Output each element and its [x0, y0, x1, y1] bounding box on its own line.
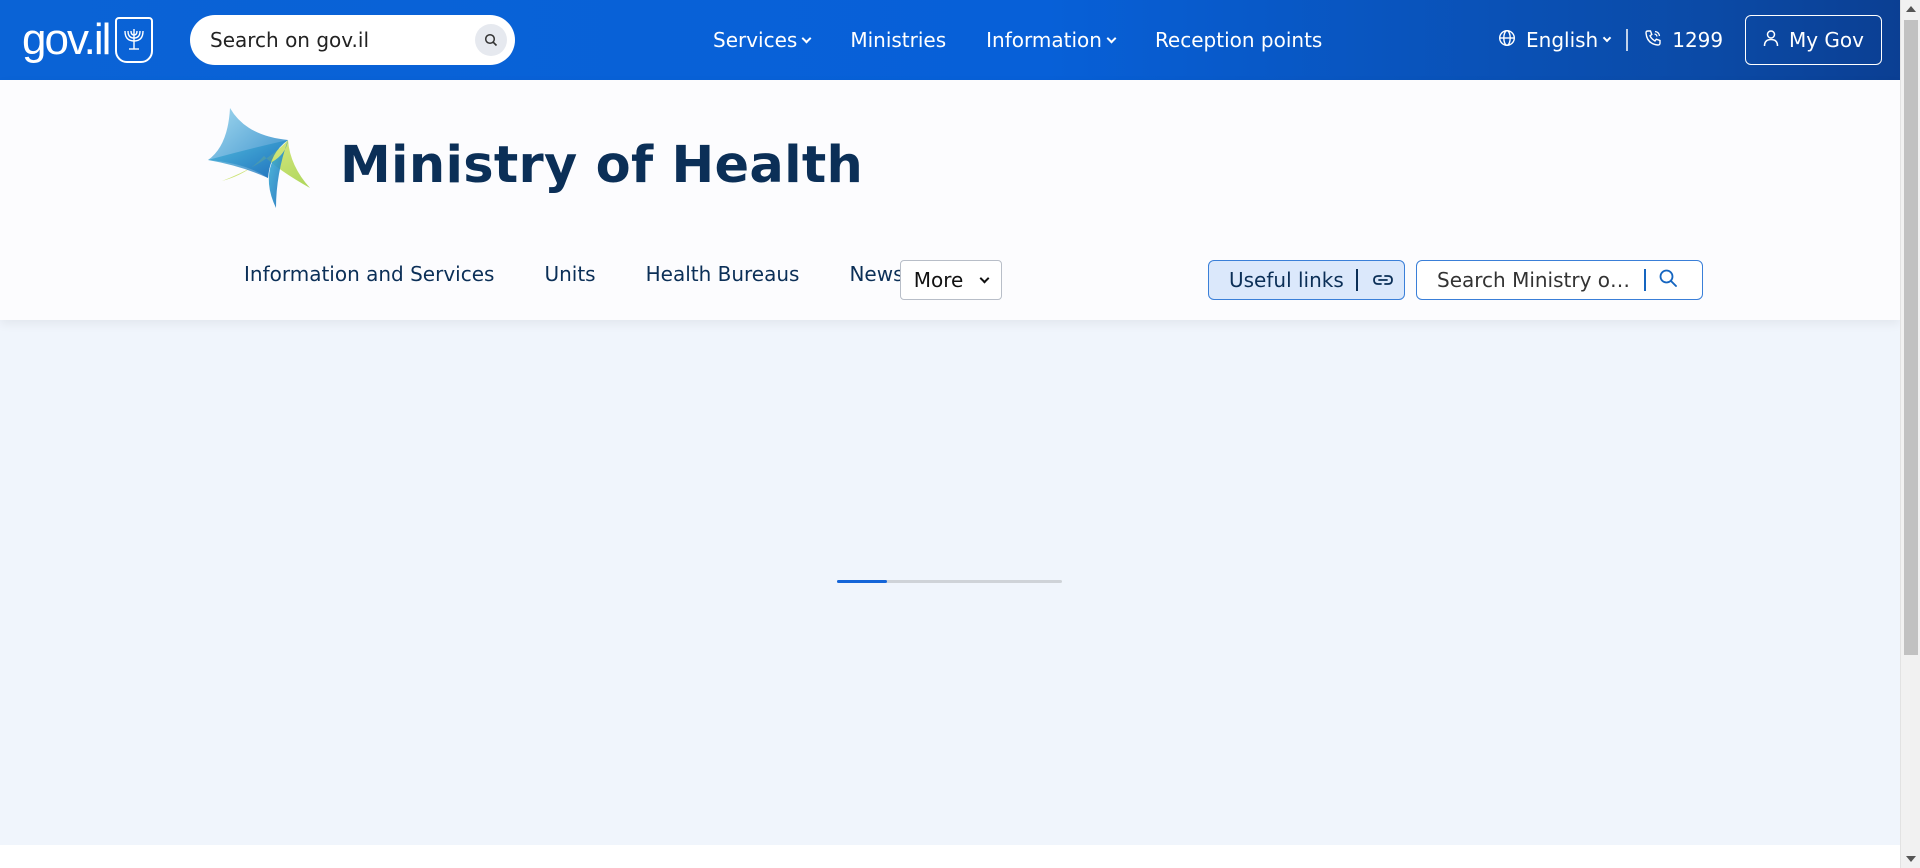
ministry-nav: Information and Services Units Health Bu… [244, 262, 904, 286]
page-scrollbar[interactable] [1900, 0, 1920, 868]
ministry-nav-units[interactable]: Units [544, 262, 595, 286]
nav-information[interactable]: Information [986, 28, 1117, 52]
ministry-nav-information-and-services[interactable]: Information and Services [244, 262, 494, 286]
divider [1644, 269, 1646, 291]
menorah-emblem-icon [115, 17, 154, 63]
user-icon [1763, 28, 1779, 52]
nav-ministries[interactable]: Ministries [850, 28, 946, 52]
nav-services[interactable]: Services [713, 28, 812, 52]
nav-reception-points-label: Reception points [1154, 28, 1323, 52]
gov-main-nav: Services Ministries Information Receptio… [713, 0, 1322, 80]
useful-links-button[interactable]: Useful links [1208, 260, 1405, 300]
language-selector[interactable]: English [1498, 28, 1612, 52]
loading-progress-fill [837, 580, 887, 583]
scroll-up-arrow-icon[interactable] [1906, 6, 1916, 12]
page-title: Ministry of Health [340, 136, 864, 195]
nav-reception-points[interactable]: Reception points [1155, 28, 1322, 52]
gov-topbar: gov.il Search on gov.il Services Ministr… [0, 0, 1900, 80]
nav-ministries-label: Ministries [850, 28, 947, 52]
globe-icon [1498, 28, 1516, 52]
gov-search-placeholder: Search on gov.il [210, 28, 370, 52]
chevron-down-icon [1106, 33, 1117, 43]
footer-strip [0, 845, 1900, 868]
phone-link[interactable]: 1299 [1644, 28, 1723, 52]
ministry-nav-news[interactable]: News [849, 262, 903, 286]
my-gov-label: My Gov [1788, 28, 1865, 52]
my-gov-button[interactable]: My Gov [1745, 15, 1882, 65]
gov-il-logo[interactable]: gov.il [22, 14, 154, 66]
more-dropdown-button[interactable]: More [900, 260, 1002, 300]
gov-search-input[interactable]: Search on gov.il [190, 15, 515, 65]
ministry-search-placeholder: Search Ministry of Health [1437, 268, 1632, 292]
more-label: More [913, 268, 964, 292]
search-icon[interactable] [1658, 268, 1678, 293]
nav-information-label: Information [986, 28, 1102, 52]
chevron-down-icon [801, 33, 812, 43]
gov-il-logo-text: gov.il [22, 15, 111, 64]
ministry-header: Ministry of Health Information and Servi… [0, 80, 1900, 320]
nav-services-label: Services [713, 28, 798, 52]
ministry-search-input[interactable]: Search Ministry of Health [1416, 260, 1703, 300]
chevron-down-icon [979, 273, 990, 283]
useful-links-label: Useful links [1229, 268, 1344, 292]
link-icon [1372, 268, 1394, 292]
phone-icon [1644, 28, 1662, 52]
topbar-utilities: English 1299 [1498, 0, 1723, 80]
scroll-down-arrow-icon[interactable] [1906, 856, 1916, 862]
divider [1355, 269, 1358, 291]
phone-number: 1299 [1672, 28, 1724, 52]
loading-progress-bar [837, 580, 1062, 583]
divider [1626, 29, 1629, 51]
chevron-down-icon [1602, 33, 1612, 43]
scroll-thumb[interactable] [1904, 20, 1918, 655]
language-label: English [1526, 28, 1599, 52]
ministry-nav-health-bureaus[interactable]: Health Bureaus [646, 262, 800, 286]
ministry-star-logo[interactable] [208, 108, 312, 208]
search-icon[interactable] [475, 24, 507, 56]
